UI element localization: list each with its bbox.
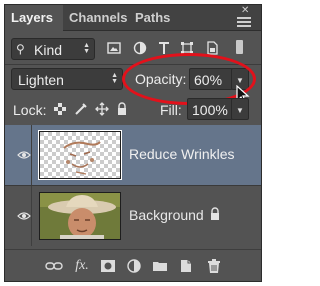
blend-mode-value: Lighten (18, 72, 64, 88)
close-icon[interactable]: ✕ (241, 6, 249, 16)
layer-thumbnail-reduce-wrinkles[interactable] (38, 130, 122, 180)
filter-toggle-switch[interactable] (236, 40, 243, 54)
layers-panel: Layers Channels Paths ✕ ⚲ Kind ▲ ▼ Light… (0, 0, 266, 286)
eye-icon[interactable] (17, 149, 31, 161)
trash-icon[interactable] (205, 258, 223, 274)
tab-layers[interactable]: Layers (5, 5, 63, 32)
tab-channels[interactable]: Channels (63, 5, 129, 31)
lock-transparent-pixels-icon[interactable] (53, 102, 67, 116)
new-layer-icon[interactable] (177, 258, 195, 274)
fill-input[interactable]: 100% (187, 98, 233, 120)
updown-arrows-icon: ▲ ▼ (111, 72, 118, 85)
layers-bottom-toolbar: fx. (5, 249, 261, 281)
lock-icon[interactable] (209, 207, 221, 221)
layer-name[interactable]: Reduce Wrinkles (129, 146, 235, 162)
divider (31, 186, 32, 246)
updown-arrows-icon: ▲ ▼ (83, 42, 90, 55)
lock-label: Lock: (13, 102, 47, 118)
lock-all-icon[interactable] (115, 102, 129, 116)
eye-icon[interactable] (17, 210, 31, 222)
fill-value: 100% (192, 102, 228, 118)
layer-name[interactable]: Background (129, 207, 204, 223)
divider (31, 125, 32, 185)
layer-thumbnail-background[interactable] (39, 192, 121, 240)
lock-position-icon[interactable] (95, 102, 109, 116)
add-mask-icon[interactable] (99, 258, 117, 274)
layer-row-background[interactable]: Background (5, 186, 261, 246)
adjustment-layer-filter-icon[interactable] (133, 41, 147, 55)
adjustment-layer-icon[interactable] (125, 258, 143, 274)
panel-frame: Layers Channels Paths ✕ ⚲ Kind ▲ ▼ Light… (4, 4, 262, 282)
type-layer-filter-icon[interactable] (157, 41, 171, 55)
blend-mode-select[interactable]: Lighten ▲ ▼ (11, 68, 123, 90)
layers-list: Reduce Wrinkles Background (5, 125, 261, 249)
fill-label: Fill: (160, 102, 182, 118)
smart-object-filter-icon[interactable] (205, 41, 219, 55)
lock-image-pixels-icon[interactable] (74, 102, 88, 116)
layer-row-reduce-wrinkles[interactable]: Reduce Wrinkles (5, 125, 261, 186)
filter-kind-select[interactable]: ⚲ Kind ▲ ▼ (11, 38, 95, 60)
tab-paths[interactable]: Paths (129, 5, 173, 31)
search-icon: ⚲ (16, 42, 25, 56)
new-group-folder-icon[interactable] (151, 258, 169, 274)
filter-kind-label: Kind (34, 42, 63, 58)
layer-style-fx-icon[interactable]: fx. (73, 258, 91, 274)
pixel-layer-filter-icon[interactable] (107, 41, 121, 55)
panel-menu-icon[interactable] (237, 17, 251, 27)
chevron-down-icon: ▼ (236, 106, 244, 115)
tab-bar: Layers Channels Paths ✕ (5, 5, 261, 32)
fill-slider-button[interactable]: ▼ (231, 98, 249, 120)
link-layers-icon[interactable] (45, 258, 63, 274)
